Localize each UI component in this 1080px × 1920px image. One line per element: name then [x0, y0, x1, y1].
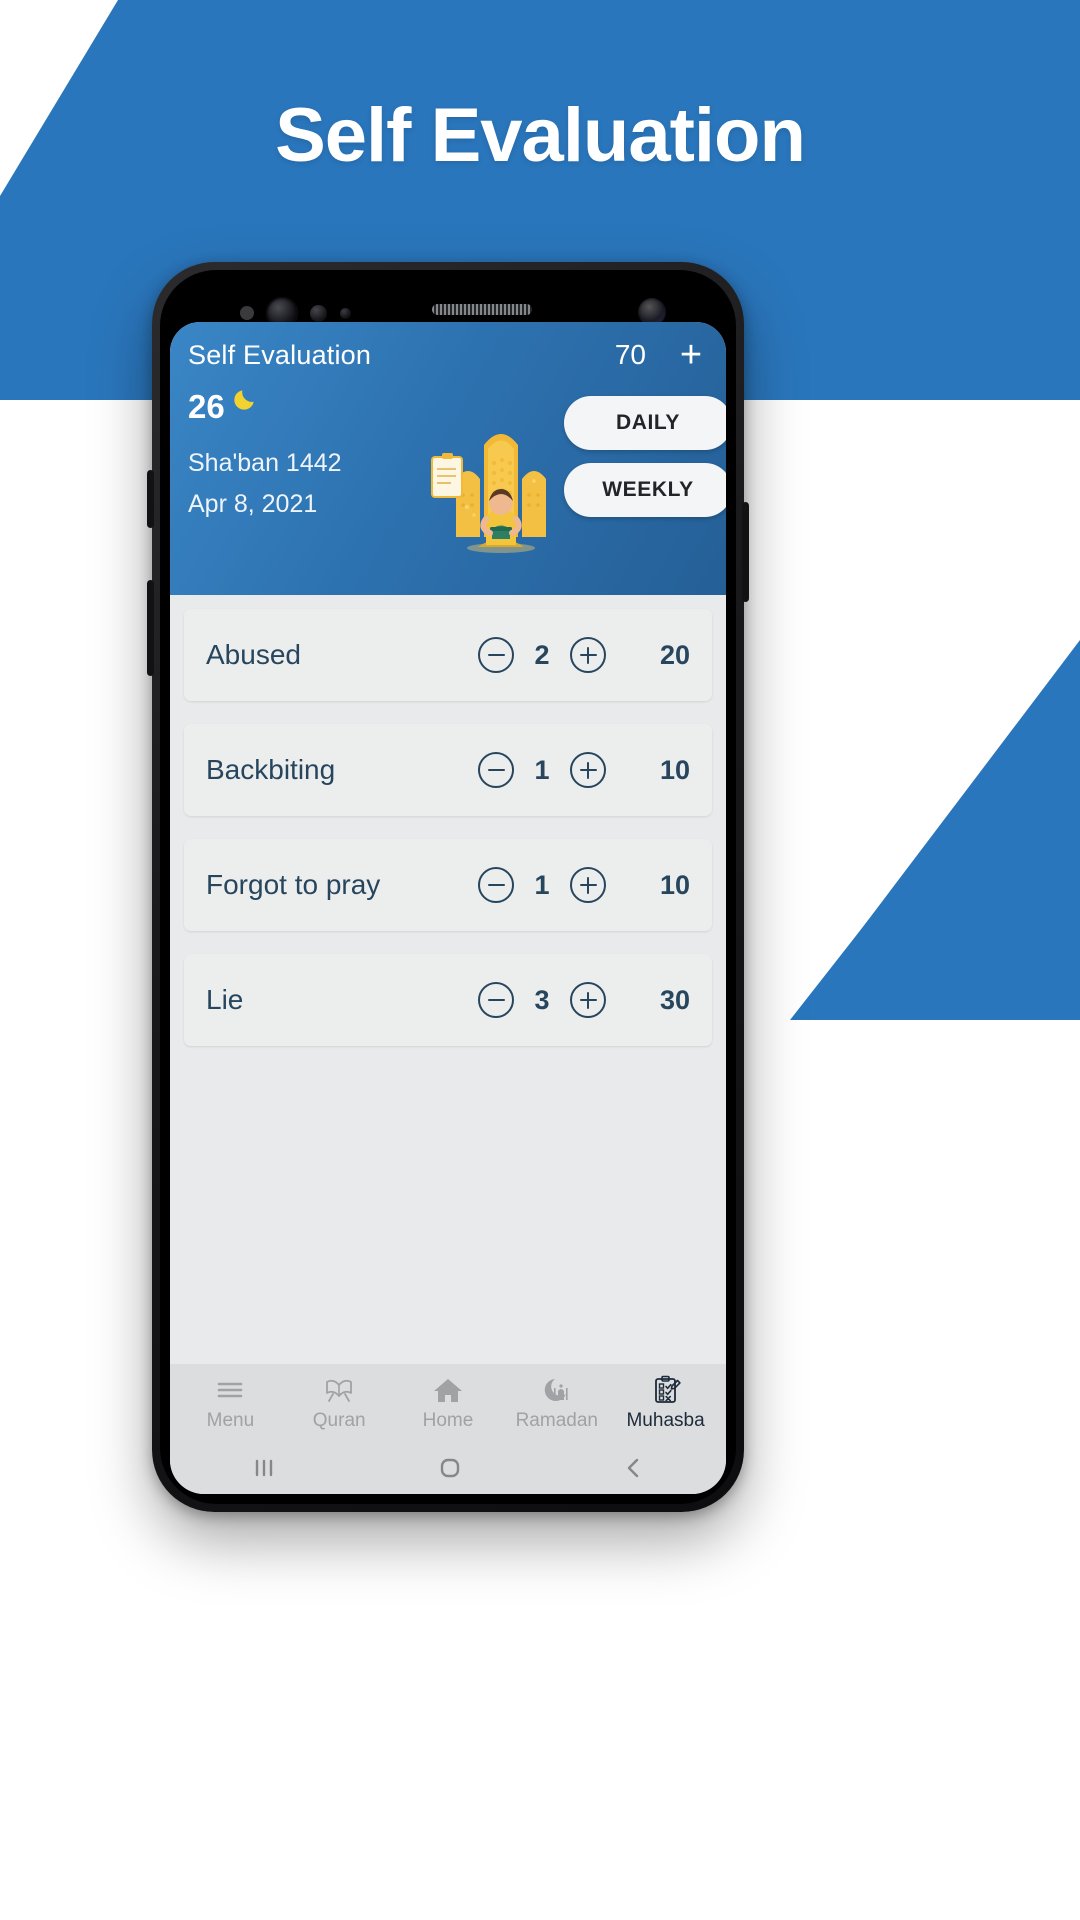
hijri-day-number: 26 [188, 388, 225, 425]
nav-label: Muhasba [626, 1410, 705, 1431]
gregorian-date-label: Apr 8, 2021 [188, 490, 318, 518]
recents-bars-icon[interactable] [251, 1458, 277, 1478]
row-stepper: 2 20 [478, 637, 690, 673]
table-row[interactable]: Backbiting 1 10 [184, 724, 712, 816]
android-system-nav [170, 1442, 726, 1494]
row-count: 1 [534, 754, 550, 785]
phone-inner-frame: Self Evaluation 70 + 26 Sha'ban 1442 Apr… [160, 270, 736, 1504]
minus-circle-icon[interactable] [478, 637, 514, 673]
app-bar-title: Self Evaluation [188, 339, 372, 370]
row-label: Abused [206, 639, 301, 670]
row-count: 3 [534, 984, 550, 1015]
open-quran-icon [324, 1374, 354, 1406]
phone-top-bezel [170, 276, 726, 328]
date-block: 26 Sha'ban 1442 Apr 8, 2021 [188, 390, 418, 577]
minus-circle-icon[interactable] [478, 982, 514, 1018]
row-label: Backbiting [206, 754, 336, 785]
hijri-day-row: 26 [188, 390, 418, 423]
phone-mockup: Self Evaluation 70 + 26 Sha'ban 1442 Apr… [147, 262, 749, 1512]
total-score-value: 70 [614, 339, 646, 370]
minus-circle-icon[interactable] [478, 867, 514, 903]
hamburger-menu-icon [216, 1374, 244, 1406]
nav-item-ramadan[interactable]: Ramadan [505, 1374, 609, 1432]
row-points: 10 [659, 869, 690, 900]
row-label: Forgot to pray [206, 869, 381, 900]
row-count: 2 [534, 639, 550, 670]
nav-item-menu[interactable]: Menu [178, 1374, 282, 1432]
crescent-moon-icon [234, 390, 254, 410]
back-chevron-icon[interactable] [623, 1457, 645, 1479]
nav-item-home[interactable]: Home [396, 1374, 500, 1432]
app-header: Self Evaluation 70 + 26 Sha'ban 1442 Apr… [170, 322, 726, 595]
phone-button-left-lower [147, 580, 154, 676]
row-label: Lie [206, 984, 244, 1015]
row-stepper: 1 10 [478, 867, 690, 903]
banner-title: Self Evaluation [275, 93, 806, 178]
row-stepper: 1 10 [478, 752, 690, 788]
iris-scanner-icon [310, 304, 327, 322]
plus-circle-icon[interactable] [570, 867, 606, 903]
app-bar: Self Evaluation 70 + [170, 322, 726, 380]
light-sensor-icon [240, 306, 254, 320]
phone-button-right [742, 502, 749, 602]
nav-label: Ramadan [515, 1410, 598, 1431]
nav-item-muhasba[interactable]: Muhasba [614, 1374, 718, 1432]
phone-button-left-upper [147, 470, 154, 528]
add-entry-button[interactable]: + [674, 336, 708, 374]
hijri-month-label: Sha'ban 1442 [188, 449, 342, 477]
header-body: 26 Sha'ban 1442 Apr 8, 2021 DAILY WEEKLY [170, 380, 726, 595]
mosque-crescent-icon [542, 1374, 572, 1406]
phone-screen: Self Evaluation 70 + 26 Sha'ban 1442 Apr… [170, 322, 726, 1494]
row-stepper: 3 30 [478, 982, 690, 1018]
row-count: 1 [534, 869, 550, 900]
weekly-button[interactable]: WEEKLY [564, 463, 726, 517]
daily-button[interactable]: DAILY [564, 396, 726, 450]
nav-label: Quran [312, 1410, 366, 1431]
plus-circle-icon[interactable] [570, 982, 606, 1018]
minus-circle-icon[interactable] [478, 752, 514, 788]
evaluation-list: Abused 2 20 Backbiting 1 10 Forgot to pr… [170, 595, 726, 1364]
table-row[interactable]: Forgot to pray 1 10 [184, 839, 712, 931]
row-points: 30 [659, 984, 690, 1015]
plus-circle-icon[interactable] [570, 637, 606, 673]
earpiece-speaker-icon [432, 304, 532, 315]
home-circle-icon[interactable] [439, 1457, 461, 1479]
row-points: 20 [659, 639, 690, 670]
nav-label: Home [422, 1410, 474, 1431]
nav-label: Menu [206, 1410, 255, 1431]
plus-circle-icon[interactable] [570, 752, 606, 788]
bottom-navigation: Menu Quran Home Ramadan Muhasba [170, 1364, 726, 1442]
table-row[interactable]: Lie 3 30 [184, 954, 712, 1046]
row-points: 10 [659, 754, 690, 785]
period-toggle-group: DAILY WEEKLY [564, 396, 726, 517]
proximity-sensor-icon [340, 307, 351, 319]
table-row[interactable]: Abused 2 20 [184, 609, 712, 701]
nav-item-quran[interactable]: Quran [287, 1374, 391, 1432]
home-icon [433, 1374, 463, 1406]
checklist-icon [651, 1374, 681, 1406]
